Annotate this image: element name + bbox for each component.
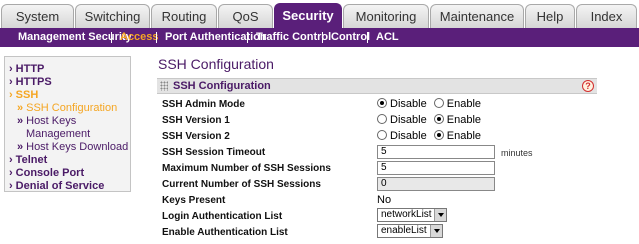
- tab-routing[interactable]: Routing: [151, 4, 217, 28]
- submenu-traffic-control[interactable]: Traffic Control: [256, 28, 331, 47]
- left-nav: › HTTP › HTTPS › SSH » SSH Configuration » Ho…: [4, 56, 131, 192]
- ssh-version1-radio-group: Disable Enable: [377, 114, 485, 126]
- nav-ssh[interactable]: › SSH: [9, 89, 38, 101]
- ssh-version1-disable-radio[interactable]: [377, 114, 387, 124]
- submenu-management-security[interactable]: Management Security: [18, 28, 132, 47]
- chevron-down-icon[interactable]: [430, 225, 442, 237]
- max-ssh-sessions-label: Maximum Number of SSH Sessions: [162, 163, 331, 174]
- keys-present-value: No: [377, 194, 392, 206]
- tab-security[interactable]: Security: [274, 3, 342, 28]
- submenu-divider: [367, 32, 368, 43]
- login-auth-list-label: Login Authentication List: [162, 211, 283, 222]
- chevron-down-icon[interactable]: [434, 209, 446, 221]
- ssh-admin-mode-label: SSH Admin Mode: [162, 99, 245, 110]
- radio-label: Enable: [446, 130, 482, 142]
- tab-index[interactable]: Index: [576, 4, 637, 28]
- current-ssh-sessions-label: Current Number of SSH Sessions: [162, 179, 321, 190]
- enable-auth-list-value: enableList: [381, 225, 427, 236]
- tab-help[interactable]: Help: [525, 4, 575, 28]
- ssh-session-timeout-input[interactable]: 5: [377, 145, 495, 159]
- ssh-session-timeout-label: SSH Session Timeout: [162, 147, 266, 158]
- nav-console-port[interactable]: › Console Port: [9, 167, 84, 179]
- login-auth-list-value: networkList: [381, 209, 432, 220]
- nav-https[interactable]: › HTTPS: [9, 76, 52, 88]
- tab-system[interactable]: System: [1, 4, 74, 28]
- submenu-acl[interactable]: ACL: [376, 28, 399, 47]
- nav-host-keys[interactable]: » Host Keys: [17, 115, 76, 127]
- ssh-version1-label: SSH Version 1: [162, 115, 230, 126]
- section-title: SSH Configuration: [173, 80, 271, 92]
- drag-grip-icon: [160, 81, 168, 91]
- ssh-version2-enable-radio[interactable]: [433, 130, 444, 140]
- ssh-version2-label: SSH Version 2: [162, 131, 230, 142]
- radio-label: Enable: [446, 98, 482, 110]
- tab-switching[interactable]: Switching: [75, 4, 150, 28]
- ssh-version1-enable-radio[interactable]: [433, 114, 444, 124]
- tab-monitoring[interactable]: Monitoring: [343, 4, 429, 28]
- ssh-admin-mode-radio-group: Disable Enable: [377, 98, 485, 110]
- ssh-admin-mode-disable-radio[interactable]: [377, 98, 387, 108]
- login-auth-list-select[interactable]: networkList: [377, 208, 447, 222]
- radio-label: Disable: [390, 130, 427, 142]
- radio-label: Disable: [390, 98, 427, 110]
- nav-denial-of-service[interactable]: › Denial of Service: [9, 180, 104, 192]
- ssh-version2-radio-group: Disable Enable: [377, 130, 485, 142]
- timeout-unit-label: minutes: [501, 148, 533, 158]
- section-header: SSH Configuration ?: [157, 78, 597, 94]
- keys-present-label: Keys Present: [162, 195, 226, 206]
- submenu-bar: Management Security Access Port Authenti…: [0, 28, 639, 47]
- tab-qos[interactable]: QoS: [218, 4, 273, 28]
- ssh-version2-disable-radio[interactable]: [377, 130, 387, 140]
- radio-label: Disable: [390, 114, 427, 126]
- submenu-port-authentication[interactable]: Port Authentication: [165, 28, 267, 47]
- submenu-control[interactable]: Control: [331, 28, 370, 47]
- submenu-divider: [247, 32, 248, 43]
- ssh-admin-mode-enable-radio[interactable]: [433, 98, 444, 108]
- enable-auth-list-label: Enable Authentication List: [162, 227, 288, 238]
- top-tab-bar: System Switching Routing QoS Security Mo…: [0, 0, 639, 28]
- nav-management[interactable]: Management: [26, 128, 90, 140]
- submenu-divider: [156, 32, 157, 43]
- tab-maintenance[interactable]: Maintenance: [430, 4, 524, 28]
- help-icon[interactable]: ?: [582, 80, 594, 92]
- current-ssh-sessions-value: 0: [377, 177, 495, 191]
- submenu-divider: [322, 32, 323, 43]
- page-title: SSH Configuration: [158, 56, 274, 72]
- nav-http[interactable]: › HTTP: [9, 63, 44, 75]
- nav-ssh-configuration[interactable]: » SSH Configuration: [17, 102, 117, 114]
- radio-label: Enable: [446, 114, 482, 126]
- nav-host-keys-download[interactable]: » Host Keys Download: [17, 141, 128, 153]
- max-ssh-sessions-input[interactable]: 5: [377, 161, 495, 175]
- nav-telnet[interactable]: › Telnet: [9, 154, 47, 166]
- submenu-access[interactable]: Access: [120, 28, 159, 47]
- submenu-divider: [111, 32, 112, 43]
- enable-auth-list-select[interactable]: enableList: [377, 224, 443, 238]
